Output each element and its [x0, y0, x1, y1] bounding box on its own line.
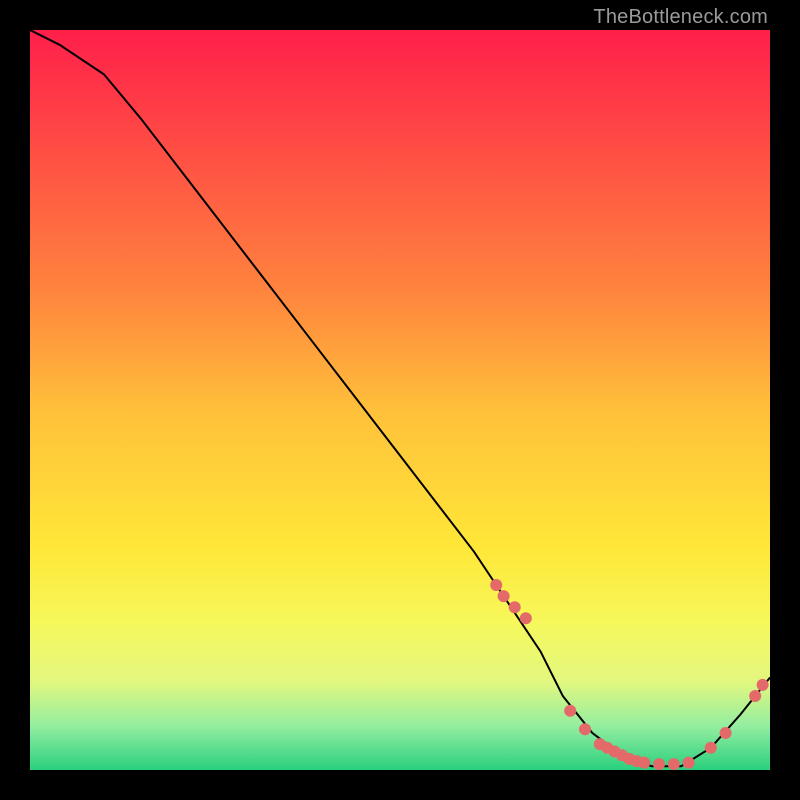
data-point: [705, 742, 717, 754]
plot-area: [30, 30, 770, 770]
data-point: [564, 705, 576, 717]
watermark-text: TheBottleneck.com: [593, 6, 768, 29]
data-point: [757, 679, 769, 691]
data-point: [668, 758, 680, 770]
data-point: [720, 727, 732, 739]
data-point: [683, 757, 695, 769]
data-point: [498, 590, 510, 602]
data-point: [579, 723, 591, 735]
curve-layer: [30, 30, 770, 770]
data-point: [749, 690, 761, 702]
chart-stage: TheBottleneck.com: [0, 0, 800, 800]
data-point: [490, 579, 502, 591]
data-points-group: [490, 579, 768, 770]
data-point: [653, 758, 665, 770]
data-point: [638, 757, 650, 769]
data-point: [520, 612, 532, 624]
bottleneck-curve: [30, 30, 770, 766]
data-point: [509, 601, 521, 613]
